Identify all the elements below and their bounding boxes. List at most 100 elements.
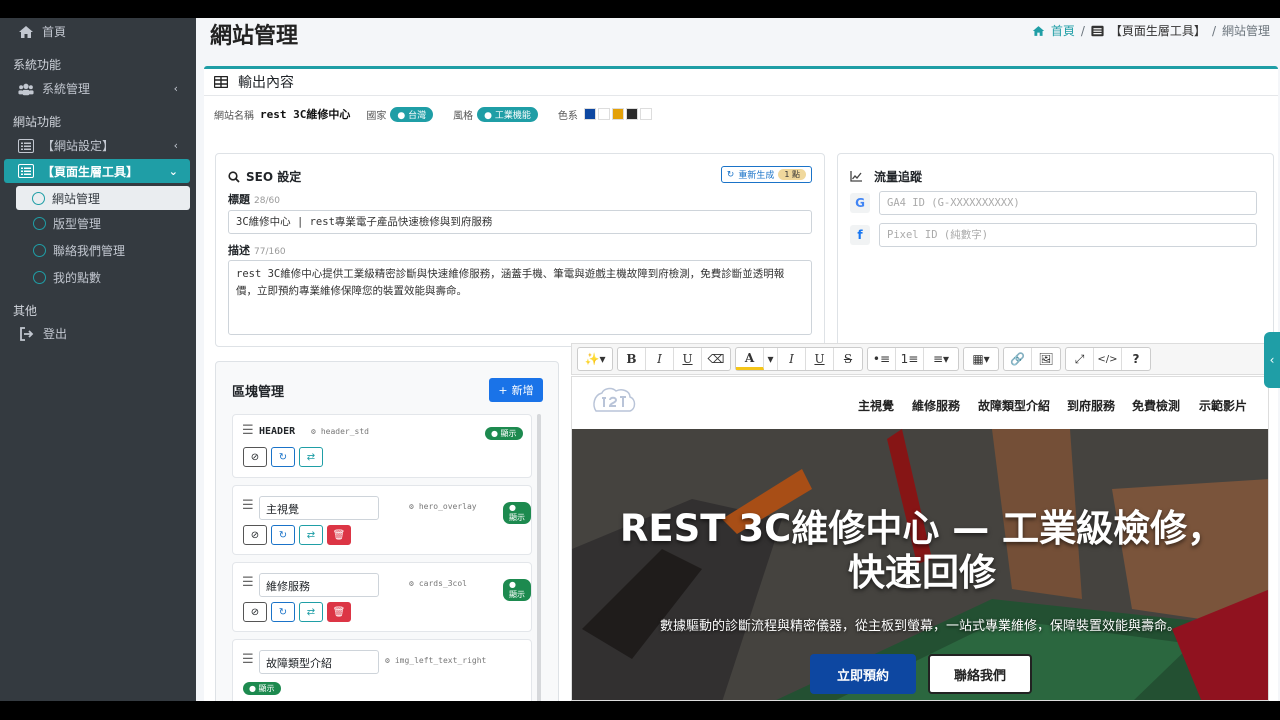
drag-handle-icon[interactable]: ☰ <box>242 498 254 513</box>
underline-icon[interactable]: U <box>806 348 834 370</box>
italic-icon[interactable]: I <box>646 348 674 370</box>
image-icon[interactable]: 🖼 <box>1032 348 1060 370</box>
chevron-left-icon: ‹ <box>173 82 178 95</box>
eye-slash-icon[interactable]: ⊘ <box>243 602 267 622</box>
sidebar-item-label: 【網站設定】 <box>42 139 115 153</box>
swap-icon[interactable]: ⇄ <box>299 602 323 622</box>
sidebar-item-label: 網站管理 <box>52 191 101 206</box>
block-name-input[interactable]: 維修服務 <box>259 573 379 597</box>
seo-title-count: 28/60 <box>254 196 280 206</box>
block-manager-panel: 區塊管理 + 新增 ☰ HEADER ⚙ header_std ● 顯示 ⊘ ↻ ⇄… <box>215 361 559 701</box>
trash-icon[interactable]: 🗑 <box>327 602 351 622</box>
editor-preview[interactable]: 主視覺 維修服務 故障類型介紹 到府服務 免費檢測 示範影片 REST 3C維修… <box>571 376 1269 701</box>
preview-nav-item[interactable]: 主視覺 <box>858 397 894 414</box>
sidebar-subitem-points[interactable]: 我的點數 <box>33 269 101 286</box>
sidebar-section-website: 網站功能 <box>13 115 62 129</box>
sidebar-subitem-contact[interactable]: 聯絡我們管理 <box>33 242 125 259</box>
brand-logo <box>593 387 636 412</box>
align-icon[interactable]: ≡▾ <box>924 348 958 370</box>
trash-icon[interactable]: 🗑 <box>327 525 351 545</box>
sidebar-item-website-settings[interactable]: 【網站設定】 ‹ <box>18 137 196 154</box>
sidebar-item-logout[interactable]: 登出 <box>19 325 67 342</box>
add-block-button[interactable]: + 新增 <box>489 378 543 402</box>
sidebar-item-page-builder[interactable]: 【頁面生層工具】 ⌄ <box>4 159 190 183</box>
drag-handle-icon[interactable]: ☰ <box>242 575 254 590</box>
bullet-list-icon[interactable]: •≡ <box>868 348 896 370</box>
preview-nav-item[interactable]: 示範影片 <box>1199 397 1247 414</box>
bold-icon[interactable]: B <box>618 348 646 370</box>
seo-title-label: 標題 28/60 <box>228 191 280 207</box>
preview-nav-item[interactable]: 維修服務 <box>912 397 960 414</box>
table-icon[interactable]: ▦▾ <box>964 348 998 370</box>
hero-title[interactable]: REST 3C維修中心 — 工業級檢修，快速回修 <box>602 507 1242 595</box>
chevron-left-icon: ‹ <box>173 139 178 152</box>
sidebar-subitem-site-manage[interactable]: 網站管理 <box>16 186 190 210</box>
refresh-icon[interactable]: ↻ <box>271 602 295 622</box>
magic-wand-icon[interactable]: ✨▾ <box>578 348 612 370</box>
regenerate-label: 重新生成 <box>738 171 775 181</box>
underline-icon[interactable]: U <box>674 348 702 370</box>
scrollbar[interactable] <box>537 414 541 701</box>
hero-book-button[interactable]: 立即預約 <box>810 654 916 694</box>
facebook-icon: f <box>850 225 870 245</box>
preview-nav-item[interactable]: 到府服務 <box>1067 397 1115 414</box>
breadcrumb-home[interactable]: 首頁 <box>1051 22 1075 39</box>
hero-subtitle[interactable]: 數據驅動的診斷流程與精密儀器，從主板到螢幕，一站式專業維修，保障裝置效能與壽命。 <box>572 615 1268 634</box>
collapse-panel-tab[interactable]: ‹ <box>1264 332 1280 388</box>
block-name-input[interactable]: 故障類型介紹 <box>259 650 379 674</box>
ga4-id-input[interactable]: GA4 ID (G-XXXXXXXXXX) <box>879 191 1257 215</box>
refresh-icon[interactable]: ↻ <box>271 447 295 467</box>
numbered-list-icon[interactable]: 1≡ <box>896 348 924 370</box>
toolbar-group-lists: •≡ 1≡ ≡▾ <box>867 347 959 371</box>
block-type-text: hero_overlay <box>418 502 477 511</box>
sidebar-subitem-template[interactable]: 版型管理 <box>33 215 101 232</box>
sidebar-item-label: 版型管理 <box>53 217 102 231</box>
seo-panel: SEO 設定 ↻ 重新生成 1 點 標題 28/60 3C維修中心 | rest專… <box>215 153 825 347</box>
breadcrumb: 首頁 / 【頁面生層工具】 / 網站管理 <box>1032 22 1270 39</box>
eye-slash-icon[interactable]: ⊘ <box>243 525 267 545</box>
circle-icon <box>33 217 46 230</box>
preview-nav-item[interactable]: 故障類型介紹 <box>978 397 1050 414</box>
drag-handle-icon[interactable]: ☰ <box>242 423 254 438</box>
sidebar-item-system-manage[interactable]: 系統管理 ‹ <box>18 80 196 97</box>
preview-nav-item[interactable]: 免費檢測 <box>1132 397 1180 414</box>
sidebar-item-home[interactable]: 首頁 <box>18 23 66 40</box>
breadcrumb-page-builder[interactable]: 【頁面生層工具】 <box>1110 22 1206 39</box>
code-view-icon[interactable]: </> <box>1094 348 1122 370</box>
preview-hero: REST 3C維修中心 — 工業級檢修，快速回修 數據驅動的診斷流程與精密儀器，… <box>572 429 1268 700</box>
block-item[interactable]: ☰ 主視覺 ⚙ hero_overlay ● 顯示 ⊘ ↻ ⇄ 🗑 <box>232 485 532 555</box>
block-name-input[interactable]: 主視覺 <box>259 496 379 520</box>
font-color-icon[interactable]: A <box>736 348 764 370</box>
swap-icon[interactable]: ⇄ <box>299 525 323 545</box>
eraser-icon[interactable]: ⌫ <box>702 348 730 370</box>
strikethrough-icon[interactable]: S <box>834 348 862 370</box>
visible-badge-text: 顯示 <box>258 684 275 693</box>
refresh-icon[interactable]: ↻ <box>271 525 295 545</box>
block-type-text: img_left_text_right <box>394 656 487 665</box>
output-card-title: 輸出內容 <box>238 75 294 91</box>
block-item[interactable]: ☰ 維修服務 ⚙ cards_3col ● 顯示 ⊘ ↻ ⇄ 🗑 <box>232 562 532 632</box>
add-block-label: 新增 <box>511 384 534 397</box>
block-actions: ⊘ ↻ ⇄ <box>243 447 323 467</box>
pixel-id-input[interactable]: Pixel ID (純數字) <box>879 223 1257 247</box>
block-item[interactable]: ☰ HEADER ⚙ header_std ● 顯示 ⊘ ↻ ⇄ <box>232 414 532 478</box>
toolbar-group-magic: ✨▾ <box>577 347 613 371</box>
block-item[interactable]: ☰ 故障類型介紹 ⚙img_left_text_right ● 顯示 ⊘ ↻ ⇄… <box>232 639 532 701</box>
seo-title-input[interactable]: 3C維修中心 | rest專業電子產品快速檢修與到府服務 <box>228 210 812 234</box>
seo-desc-textarea[interactable]: rest 3C維修中心提供工業級精密診斷與快速維修服務，涵蓋手機、筆電與遊戲主機… <box>228 260 812 335</box>
link-icon[interactable]: 🔗 <box>1004 348 1032 370</box>
caret-down-icon[interactable]: ▾ <box>764 348 778 370</box>
help-icon[interactable]: ? <box>1122 348 1150 370</box>
palette-swatch <box>639 108 652 120</box>
fullscreen-icon[interactable]: ⤢ <box>1066 348 1094 370</box>
italic-icon[interactable]: I <box>778 348 806 370</box>
circle-icon <box>32 191 45 205</box>
block-type: ⚙ cards_3col <box>409 579 467 588</box>
eye-slash-icon[interactable]: ⊘ <box>243 447 267 467</box>
drag-handle-icon[interactable]: ☰ <box>242 652 254 667</box>
hero-contact-button[interactable]: 聯絡我們 <box>928 654 1032 694</box>
regenerate-button[interactable]: ↻ 重新生成 1 點 <box>720 166 812 183</box>
swap-icon[interactable]: ⇄ <box>299 447 323 467</box>
chevron-down-icon: ⌄ <box>168 164 178 178</box>
site-name-label: 網站名稱 <box>214 110 254 122</box>
